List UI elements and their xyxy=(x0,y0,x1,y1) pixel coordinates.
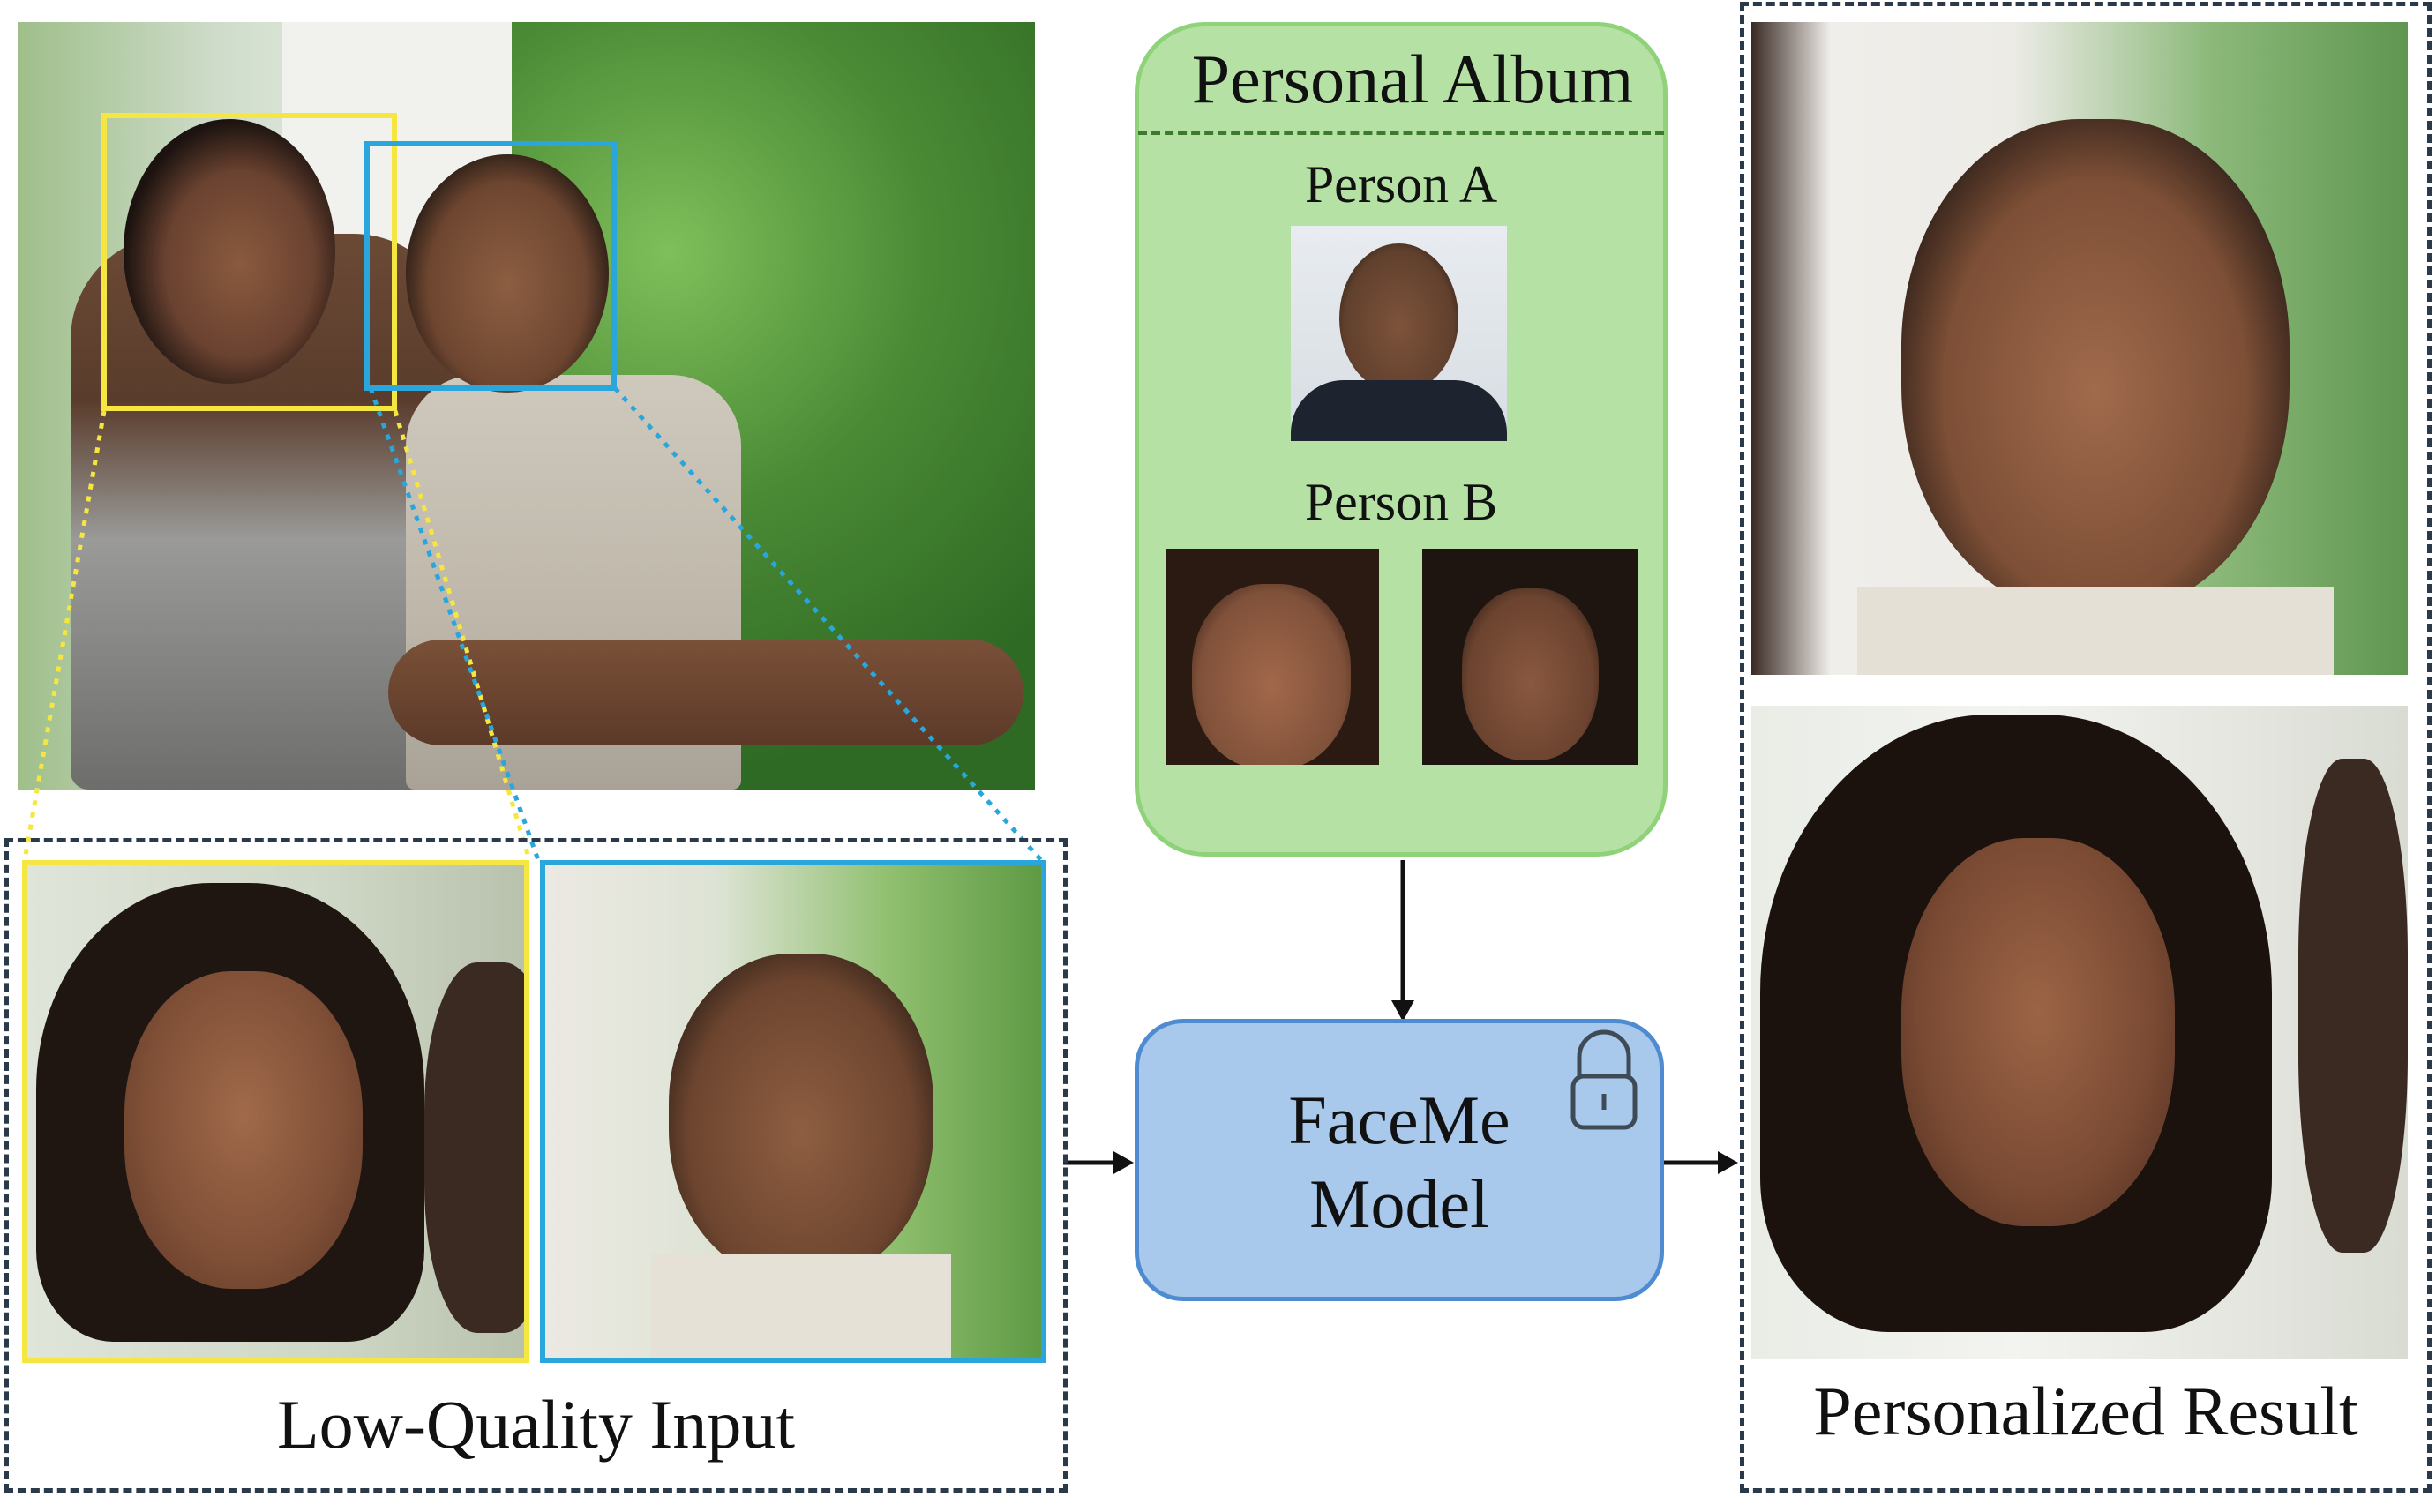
result-man-head xyxy=(1901,119,2290,613)
result-man-photo xyxy=(1751,22,2408,675)
result-caption: Personalized Result xyxy=(1813,1373,2358,1449)
result-woman-face xyxy=(1901,838,2175,1226)
result-man-collar xyxy=(1857,587,2334,675)
result-partial-man xyxy=(2298,759,2408,1253)
result-woman-photo xyxy=(1751,706,2408,1359)
